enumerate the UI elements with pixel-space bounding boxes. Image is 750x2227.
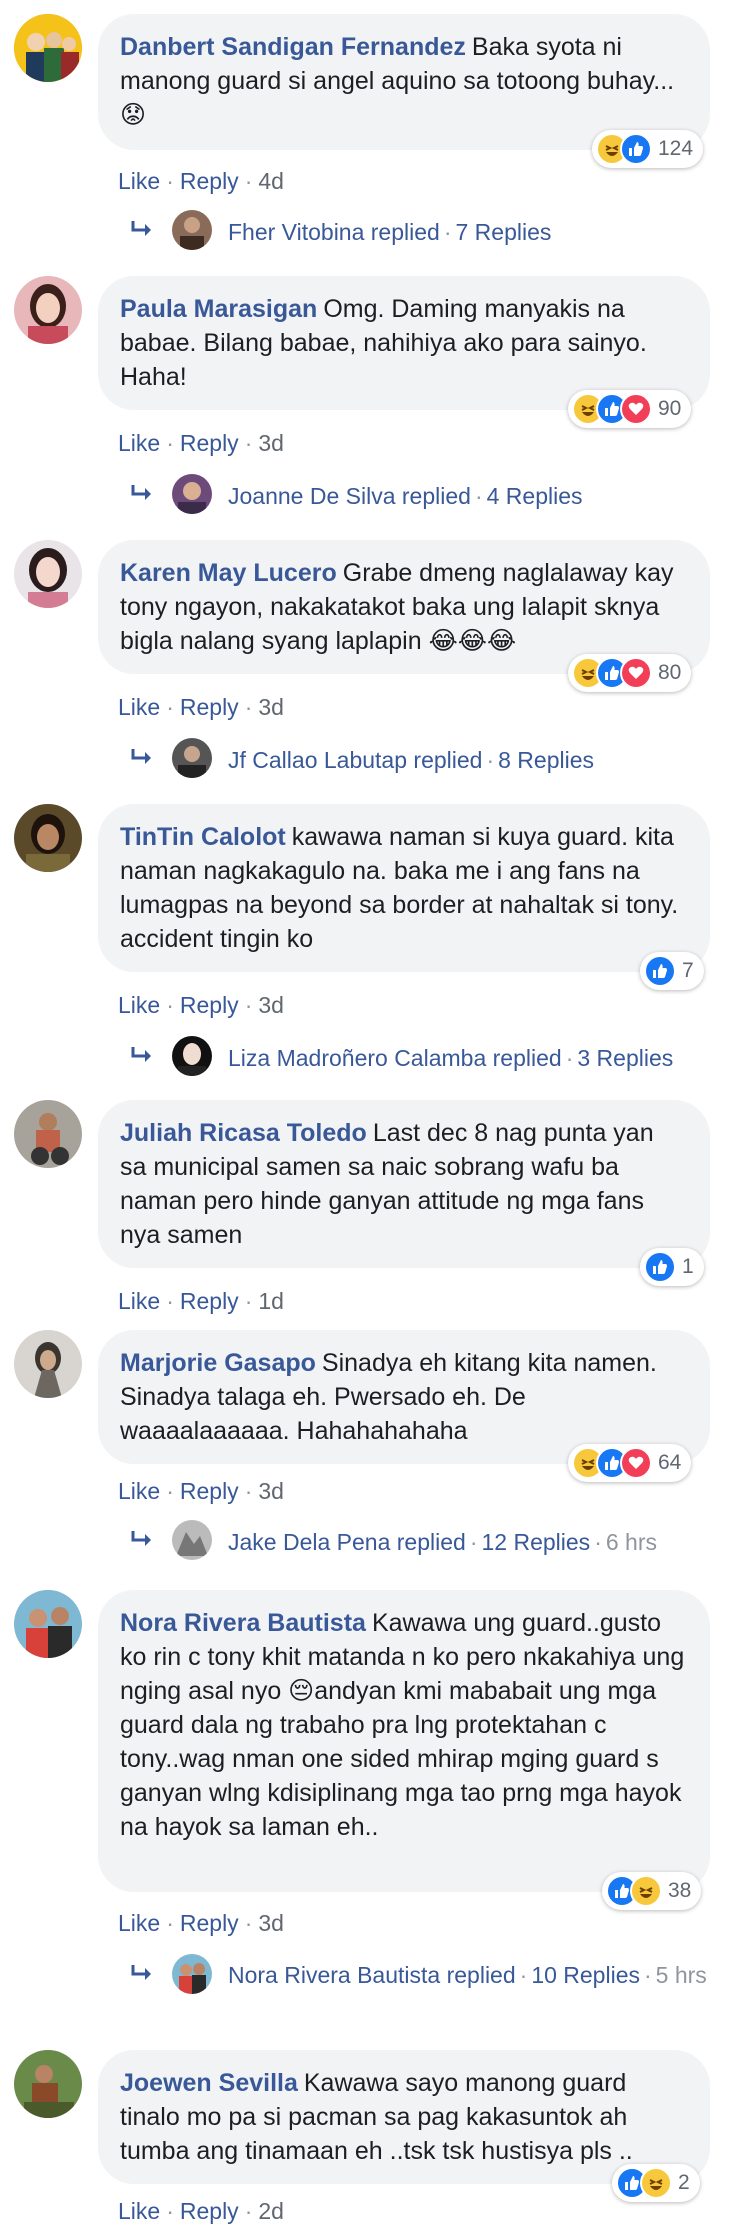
reply-arrow-icon [131, 1965, 151, 1980]
reply-link[interactable]: Reply [180, 1910, 239, 1936]
like-link[interactable]: Like [118, 168, 160, 194]
replies-summary[interactable]: Joanne De Silva replied · 4 Replies [228, 482, 583, 510]
reply-link[interactable]: Reply [180, 992, 239, 1018]
comment-actions: Like · Reply · 4d [118, 168, 284, 194]
replier-avatar [172, 474, 212, 514]
reaction-count: 2 [678, 2171, 690, 2194]
reactions-summary[interactable]: 2 [612, 2164, 700, 2202]
comment-author[interactable]: Marjorie Gasapo [120, 1349, 316, 1377]
comment-actions: Like · Reply · 1d [118, 1288, 284, 1314]
comment-time[interactable]: 2d [258, 2198, 284, 2224]
reactions-summary[interactable]: 38 [602, 1872, 702, 1910]
comment-author[interactable]: Nora Rivera Bautista [120, 1609, 366, 1637]
comment-actions: Like · Reply · 3d [118, 1478, 284, 1504]
reply-link[interactable]: Reply [180, 168, 239, 194]
love-icon [620, 657, 652, 689]
like-link[interactable]: Like [118, 1478, 160, 1504]
replier-avatar [172, 1520, 212, 1560]
reply-arrow-icon [131, 749, 151, 764]
comment-author[interactable]: Paula Marasigan [120, 295, 317, 323]
replies-summary[interactable]: Nora Rivera Bautista replied · 10 Replies ·… [228, 1954, 728, 1996]
reaction-count: 7 [682, 959, 694, 982]
comment-time[interactable]: 3d [258, 1478, 284, 1504]
haha-icon [640, 2167, 672, 2199]
comment-actions: Like · Reply · 3d [118, 430, 284, 456]
avatar[interactable] [14, 2050, 82, 2118]
like-icon [644, 955, 676, 987]
replies-summary[interactable]: Jake Dela Pena replied · 12 Replies · 6 hrs [228, 1528, 657, 1556]
reactions-summary[interactable]: 80 [568, 654, 692, 692]
comment-author[interactable]: Juliah Ricasa Toledo [120, 1119, 367, 1147]
comment-time[interactable]: 4d [258, 168, 284, 194]
comment-bubble: Nora Rivera Bautista Kawawa ung guard..gu… [98, 1590, 710, 1892]
reactions-summary[interactable]: 1 [640, 1248, 704, 1286]
like-link[interactable]: Like [118, 1288, 160, 1314]
reactions-summary[interactable]: 7 [640, 952, 704, 990]
reply-link[interactable]: Reply [180, 430, 239, 456]
reply-link[interactable]: Reply [180, 1478, 239, 1504]
reaction-count: 80 [658, 661, 682, 684]
comment-bubble: Juliah Ricasa Toledo Last dec 8 nag punta… [98, 1100, 710, 1268]
reply-arrow-icon [131, 485, 151, 500]
reaction-count: 64 [658, 1451, 682, 1474]
reply-arrow-icon [131, 1047, 151, 1062]
comment-time[interactable]: 1d [258, 1288, 284, 1314]
comment-author[interactable]: Joewen Sevilla [120, 2069, 298, 2097]
love-icon [620, 1447, 652, 1479]
replies-summary[interactable]: Fher Vitobina replied · 7 Replies [228, 218, 551, 246]
replies-summary[interactable]: Jf Callao Labutap replied · 8 Replies [228, 746, 594, 774]
comment-author[interactable]: Danbert Sandigan Fernandez [120, 33, 466, 61]
comment-actions: Like · Reply · 2d [118, 2198, 284, 2224]
like-icon [620, 133, 652, 165]
reaction-count: 1 [682, 1255, 694, 1278]
like-link[interactable]: Like [118, 992, 160, 1018]
avatar[interactable] [14, 1100, 82, 1168]
reactions-summary[interactable]: 64 [568, 1444, 692, 1482]
reply-link[interactable]: Reply [180, 1288, 239, 1314]
replier-avatar [172, 738, 212, 778]
comment-author[interactable]: TinTin Calolot [120, 823, 286, 851]
reaction-count: 124 [658, 137, 694, 160]
comment-bubble: TinTin Calolot kawawa naman si kuya guard… [98, 804, 710, 972]
comment-time[interactable]: 3d [258, 992, 284, 1018]
comment-actions: Like · Reply · 3d [118, 1910, 284, 1936]
comment-author[interactable]: Karen May Lucero [120, 559, 337, 587]
reply-link[interactable]: Reply [180, 2198, 239, 2224]
replies-summary[interactable]: Liza Madroñero Calamba replied · 3 Replies [228, 1044, 673, 1072]
reaction-count: 38 [668, 1879, 692, 1902]
avatar[interactable] [14, 1330, 82, 1398]
reaction-count: 90 [658, 397, 682, 420]
comment-time[interactable]: 3d [258, 1910, 284, 1936]
love-icon [620, 393, 652, 425]
reply-arrow-icon [131, 221, 151, 236]
avatar[interactable] [14, 14, 82, 82]
comment-actions: Like · Reply · 3d [118, 694, 284, 720]
like-link[interactable]: Like [118, 694, 160, 720]
replier-avatar [172, 210, 212, 250]
replier-avatar [172, 1036, 212, 1076]
comment-actions: Like · Reply · 3d [118, 992, 284, 1018]
like-link[interactable]: Like [118, 2198, 160, 2224]
reply-arrow-icon [131, 1531, 151, 1546]
haha-icon [630, 1875, 662, 1907]
like-icon [644, 1251, 676, 1283]
avatar[interactable] [14, 804, 82, 872]
comment-time[interactable]: 3d [258, 694, 284, 720]
like-link[interactable]: Like [118, 1910, 160, 1936]
avatar[interactable] [14, 276, 82, 344]
comment-bubble: Joewen Sevilla Kawawa sayo manong guard t… [98, 2050, 710, 2184]
reactions-summary[interactable]: 124 [592, 130, 704, 168]
comment-time[interactable]: 3d [258, 430, 284, 456]
reply-link[interactable]: Reply [180, 694, 239, 720]
avatar[interactable] [14, 540, 82, 608]
reactions-summary[interactable]: 90 [568, 390, 692, 428]
avatar[interactable] [14, 1590, 82, 1658]
like-link[interactable]: Like [118, 430, 160, 456]
replier-avatar [172, 1954, 212, 1994]
comment-text: Kawawa ung guard..gusto ko rin c tony kh… [120, 1609, 685, 1841]
